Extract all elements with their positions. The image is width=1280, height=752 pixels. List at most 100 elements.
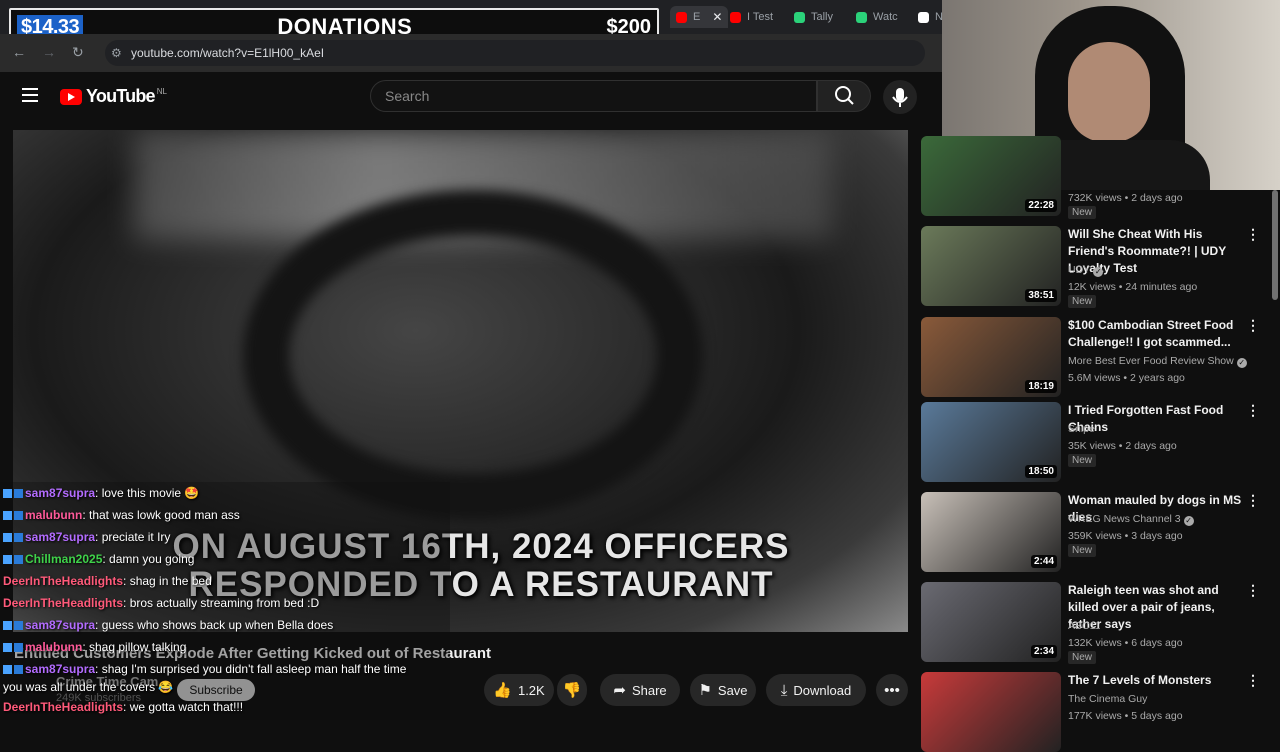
browser-tab[interactable]: E ✕ [670,6,729,28]
chat-text: : damn you going [102,552,195,566]
new-badge: New [1068,295,1097,308]
channel-label: WREG News Channel 3 [1068,513,1181,525]
search-button[interactable] [817,80,871,112]
video-title[interactable]: $100 Cambodian Street Food Challenge!! I… [1068,317,1248,351]
chat-message: DeerInTheHeadlights: shag in the bed [3,574,212,588]
chat-username: DeerInTheHeadlights [3,574,124,588]
tab-favicon-icon [676,11,687,23]
more-options-icon[interactable]: ⋮ [1246,402,1260,419]
browser-tab[interactable]: I Test [730,6,773,28]
more-options-icon[interactable]: ⋮ [1246,582,1260,599]
more-options-icon[interactable]: ⋮ [1246,317,1260,334]
video-duration: 38:51 [1025,289,1057,302]
search-input[interactable]: Search [370,80,817,112]
browser-tab[interactable]: Tally [794,6,833,28]
video-channel[interactable]: UDY ✓ [1068,262,1104,278]
chat-text: : we gotta watch that!!! [123,700,244,714]
webcam-face [1068,42,1150,142]
video-duration: 18:19 [1025,380,1057,393]
tab-label: I Test [747,11,774,23]
url-text: youtube.com/watch?v=E1lH00_kAeI [131,46,325,60]
youtube-header: YouTube NL Search [0,72,920,122]
video-duration: 22:28 [1025,199,1057,212]
hamburger-menu-icon[interactable] [22,88,38,102]
video-thumbnail[interactable]: 38:51 [921,226,1061,306]
tab-label: Watc [873,11,898,23]
youtube-play-icon [60,88,82,105]
video-thumbnail[interactable]: 22:28 [921,136,1061,216]
forward-icon[interactable]: → [42,44,56,60]
verified-icon: ✓ [1183,516,1194,526]
chat-platform-icon [14,489,23,498]
microphone-icon [892,88,908,107]
share-button[interactable]: ➦ Share [600,674,680,706]
close-tab-icon[interactable]: ✕ [712,10,722,24]
chat-text: : that was lowk good man ass [82,508,240,522]
chat-message: malubunn: that was lowk good man ass [3,508,240,522]
chat-message: malubunn: shag pillow talking [3,640,186,654]
chat-message: sam87supra: shag I'm surprised you didn'… [3,662,406,676]
video-meta: 35K views • 2 days ago [1068,440,1177,452]
video-thumbnail[interactable] [921,672,1061,752]
video-duration: 18:50 [1025,465,1057,478]
more-options-icon[interactable]: ⋮ [1246,226,1260,243]
video-channel[interactable]: ABC11 [1068,618,1101,634]
chat-badge-icon [3,555,12,564]
video-thumbnail[interactable]: 2:44 [921,492,1061,572]
chat-platform-icon [14,621,23,630]
more-options-icon[interactable]: ⋮ [1246,492,1260,509]
verified-icon: ✓ [1236,358,1247,368]
more-options-icon[interactable]: ⋮ [1246,672,1260,689]
chat-username: malubunn [25,640,83,654]
voice-search-button[interactable] [883,80,917,114]
chat-text: : bros actually streaming from bed :D [123,596,320,610]
video-channel[interactable]: The Cinema Guy [1068,691,1147,707]
chat-message: sam87supra: preciate it Iry [3,530,170,544]
address-bar: ← → ↻ ⚙ youtube.com/watch?v=E1lH00_kAeI [0,34,942,72]
chat-message: you was all under the covers 😂 [3,680,173,694]
video-channel[interactable]: WREG News Channel 3 ✓ [1068,511,1194,527]
like-button[interactable]: 👍 1.2K [484,674,554,706]
chat-username: DeerInTheHeadlights [3,700,124,714]
channel-label: Snipe [1068,423,1095,435]
video-meta: 177K views • 5 days ago [1068,710,1183,722]
verified-icon: ✓ [1093,267,1104,277]
url-field[interactable]: ⚙ youtube.com/watch?v=E1lH00_kAeI [105,40,925,66]
download-button[interactable]: ⤓ Download [766,674,866,706]
dislike-button[interactable]: 👎 [557,674,587,706]
video-duration: 2:34 [1030,645,1057,658]
video-title[interactable]: I Tried Forgotten Fast Food Chains [1068,402,1248,436]
video-meta: 5.6M views • 2 years ago [1068,372,1185,384]
video-thumbnail[interactable]: 18:19 [921,317,1061,397]
chat-badge-icon [3,643,12,652]
chat-message: DeerInTheHeadlights: bros actually strea… [3,596,319,610]
browser-tab[interactable]: Watc [856,6,898,28]
video-channel[interactable]: Snipe [1068,421,1095,437]
video-meta: 359K views • 3 days ago [1068,530,1183,542]
video-meta: 132K views • 6 days ago [1068,637,1183,649]
more-actions-button[interactable]: ••• [876,674,908,706]
browser-tab[interactable]: N [918,6,943,28]
chat-platform-icon [14,511,23,520]
share-label: Share [631,682,667,698]
video-title[interactable]: The 7 Levels of Monsters [1068,672,1248,689]
reload-icon[interactable]: ↻ [72,44,84,61]
chat-badge-icon [3,511,12,520]
site-info-icon[interactable]: ⚙ [111,46,122,60]
scrollbar[interactable] [1272,190,1278,300]
youtube-logo[interactable]: YouTube NL [60,86,167,107]
chat-text: : love this movie 🤩 [95,486,200,500]
chat-username: sam87supra [25,662,96,676]
like-count: 1.2K [517,682,545,698]
video-thumbnail[interactable]: 2:34 [921,582,1061,662]
save-button[interactable]: ⚑ Save [690,674,756,706]
video-channel[interactable]: More Best Ever Food Review Show ✓ [1068,353,1247,369]
chat-message: DeerInTheHeadlights: we gotta watch that… [3,700,243,714]
new-badge: New [1068,651,1097,664]
chat-username: sam87supra [25,618,96,632]
tab-favicon-icon [730,11,741,23]
chat-platform-icon [14,665,23,674]
back-icon[interactable]: ← [12,44,26,60]
video-thumbnail[interactable]: 18:50 [921,402,1061,482]
channel-label: UDY [1068,264,1091,276]
